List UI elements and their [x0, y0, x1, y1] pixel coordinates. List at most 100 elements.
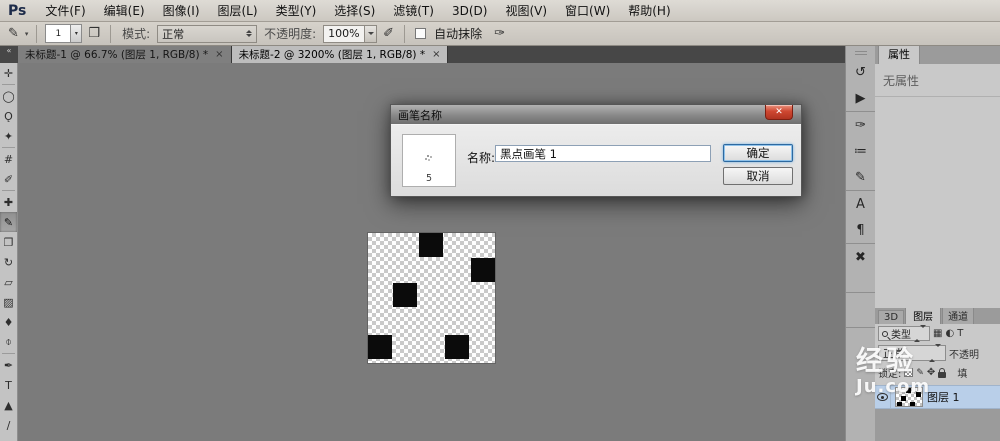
dialog-close-button[interactable]: ✕	[765, 105, 793, 120]
lock-all-icon[interactable]	[938, 372, 946, 378]
clone-stamp-icon: ❐	[4, 236, 14, 249]
menu-file[interactable]: 文件(F)	[36, 0, 94, 21]
black-dot	[445, 335, 469, 359]
tool-dodge[interactable]: ⌽	[0, 332, 17, 352]
tool-path-select[interactable]: ▲	[0, 395, 17, 415]
document-tab-2[interactable]: 未标题-2 @ 3200% (图层 1, RGB/8) * ×	[232, 46, 449, 63]
layer-visibility-toggle[interactable]	[875, 386, 891, 408]
collapsed-panels-strip: ↺ ▶ ✑ ≔ ✎ A ¶ ✖	[845, 46, 875, 441]
filter-adjustment-icon[interactable]: ◐	[945, 328, 954, 339]
photoshop-logo: Ps	[0, 3, 36, 19]
menu-type[interactable]: 类型(Y)	[267, 0, 326, 21]
menu-view[interactable]: 视图(V)	[496, 0, 556, 21]
document-canvas-transparency-checker[interactable]	[368, 233, 495, 363]
tool-pencil-selected[interactable]: ✎	[0, 212, 17, 232]
eyedropper-icon: ✐	[4, 173, 13, 186]
dialog-title-bar[interactable]: 画笔名称 ✕	[391, 105, 801, 124]
layer-name: 图层 1	[927, 389, 960, 405]
history-panel-button[interactable]: ↺	[846, 59, 876, 85]
menu-window[interactable]: 窗口(W)	[556, 0, 619, 21]
brush-panel-button[interactable]: ✑	[846, 112, 876, 138]
separator	[404, 25, 405, 43]
tool-blur[interactable]: ♦	[0, 312, 17, 332]
opacity-caret-icon[interactable]	[365, 25, 377, 43]
actions-panel-button[interactable]: ▶	[846, 85, 876, 111]
tool-marquee[interactable]: ◯	[0, 86, 17, 106]
tab-channels[interactable]: 通道	[942, 308, 974, 324]
cancel-button[interactable]: 取消	[723, 167, 793, 185]
opacity-label: 不透明度:	[264, 25, 316, 42]
menu-help[interactable]: 帮助(H)	[619, 0, 679, 21]
character-panel-button[interactable]: A	[846, 191, 876, 217]
tool-preset-caret-icon[interactable]: ▾	[25, 30, 29, 38]
tool-history-brush[interactable]: ↻	[0, 252, 17, 272]
tool-lasso[interactable]: Ǫ	[0, 106, 17, 126]
ok-button[interactable]: 确定	[723, 144, 793, 162]
toggle-brush-panel-icon[interactable]: ❒	[86, 26, 102, 41]
document-tab-bar: « 未标题-1 @ 66.7% (图层 1, RGB/8) * × 未标题-2 …	[0, 46, 845, 63]
close-tab-icon[interactable]: ×	[215, 49, 223, 60]
tool-pen[interactable]: ✒	[0, 355, 17, 375]
brush-presets-panel-button[interactable]: ✎	[846, 164, 876, 190]
tool-eyedropper[interactable]: ✐	[0, 169, 17, 189]
filter-pixel-icon[interactable]: ▦	[933, 328, 942, 339]
filter-type-icon[interactable]: T	[957, 328, 963, 339]
menu-edit[interactable]: 编辑(E)	[95, 0, 154, 21]
tool-line[interactable]: ∕	[0, 415, 17, 435]
tool-eraser[interactable]: ▱	[0, 272, 17, 292]
tool-gradient[interactable]: ▨	[0, 292, 17, 312]
auto-erase-checkbox[interactable]	[415, 28, 426, 39]
healing-brush-icon: ✚	[4, 196, 13, 209]
black-dot	[471, 258, 495, 282]
tool-move[interactable]: ✛	[0, 63, 17, 83]
menu-select[interactable]: 选择(S)	[325, 0, 384, 21]
clone-source-panel-button[interactable]: ≔	[846, 138, 876, 164]
history-brush-icon: ↻	[4, 256, 13, 269]
close-tab-icon[interactable]: ×	[432, 49, 440, 60]
tab-properties[interactable]: 属性	[878, 46, 920, 64]
brush-name-input[interactable]	[495, 145, 711, 162]
menu-layer[interactable]: 图层(L)	[209, 0, 267, 21]
tablet-pressure-opacity-icon[interactable]: ✐	[381, 26, 396, 41]
layer-thumbnail[interactable]	[895, 387, 923, 407]
layer-row-selected[interactable]: 图层 1	[875, 385, 1000, 409]
layer-blend-mode-dropdown[interactable]: 正常	[878, 345, 946, 361]
menu-filter[interactable]: 滤镜(T)	[384, 0, 443, 21]
tab-3d[interactable]: 3D	[878, 310, 904, 324]
menu-3d[interactable]: 3D(D)	[443, 2, 496, 20]
lock-position-icon[interactable]: ✥	[927, 367, 935, 378]
lock-label: 锁定:	[878, 365, 901, 380]
brush-size-caret-icon[interactable]: ▾	[71, 24, 82, 43]
opacity-value: 100%	[323, 25, 365, 43]
toolbar-collapse-icon[interactable]: «	[0, 46, 18, 63]
blend-mode-dropdown[interactable]: 正常	[157, 25, 257, 43]
panel-grip-icon[interactable]	[855, 49, 867, 57]
tool-presets-panel-button[interactable]: ✖	[846, 244, 876, 270]
tools-panel: ✛ ◯ Ǫ ✦ # ✐ ✚ ✎ ❐ ↻ ▱ ▨ ♦ ⌽ ✒ T ▲ ∕	[0, 63, 18, 441]
tool-crop[interactable]: #	[0, 149, 17, 169]
opacity-dropdown[interactable]: 100%	[323, 25, 377, 43]
tool-type[interactable]: T	[0, 375, 17, 395]
lock-pixels-icon[interactable]: ✎	[916, 368, 924, 378]
tablet-pressure-size-icon[interactable]: ✑	[492, 26, 507, 41]
brush-size-value[interactable]: 1	[45, 24, 71, 43]
menu-image[interactable]: 图像(I)	[154, 0, 209, 21]
tool-clone-stamp[interactable]: ❐	[0, 232, 17, 252]
document-tab-1[interactable]: 未标题-1 @ 66.7% (图层 1, RGB/8) * ×	[18, 46, 232, 63]
tool-options-bar: ✎ ▾ 1 ▾ ❒ 模式: 正常 不透明度: 100% ✐ 自动抹除 ✑	[0, 22, 1000, 46]
layers-body: 类型 ▦ ◐ T 正常 不透明 锁定: ✎ ✥ 填 图层 1	[875, 324, 1000, 409]
name-label: 名称:	[467, 149, 495, 166]
black-dot	[393, 283, 417, 307]
pencil-tool-icon[interactable]: ✎	[6, 26, 21, 41]
updown-arrows-icon	[914, 328, 926, 339]
tab-layers[interactable]: 图层	[905, 308, 941, 324]
paragraph-panel-button[interactable]: ¶	[846, 217, 876, 243]
lock-transparency-icon[interactable]	[904, 368, 913, 377]
tool-quick-select[interactable]: ✦	[0, 126, 17, 146]
blend-mode-value: 正常	[162, 26, 184, 42]
brush-size-picker[interactable]: 1 ▾	[45, 24, 82, 43]
layer-filter-dropdown[interactable]: 类型	[878, 326, 930, 341]
separator	[846, 327, 876, 328]
tool-healing-brush[interactable]: ✚	[0, 192, 17, 212]
marquee-icon: ◯	[2, 90, 14, 103]
